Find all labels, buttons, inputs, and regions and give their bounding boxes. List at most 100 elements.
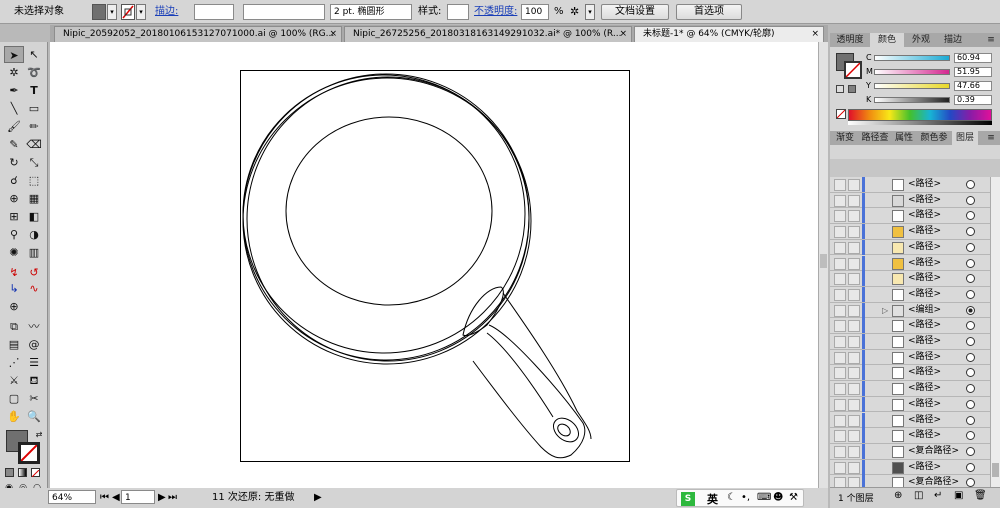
lock-toggle[interactable] bbox=[848, 398, 860, 411]
next-artboard-icon[interactable]: ▶ bbox=[158, 490, 166, 504]
visibility-toggle[interactable] bbox=[834, 445, 846, 458]
layer-row[interactable]: <路径> bbox=[830, 239, 990, 256]
target-icon[interactable] bbox=[966, 321, 975, 331]
column-graph-tool-icon[interactable]: ▥ bbox=[24, 244, 44, 261]
target-icon[interactable] bbox=[966, 399, 975, 409]
document-tab-1[interactable]: Nipic_20592052_20180106153127071000.ai @… bbox=[54, 26, 342, 42]
black-slider[interactable]: K 0.39 bbox=[866, 95, 996, 105]
target-icon[interactable] bbox=[966, 446, 975, 456]
layer-name[interactable]: <路径> bbox=[908, 365, 941, 380]
lock-toggle[interactable] bbox=[848, 367, 860, 380]
last-artboard-icon[interactable]: ⏭ bbox=[168, 490, 177, 504]
document-tab-3[interactable]: 未标题-1* @ 64% (CMYK/轮廓) × bbox=[634, 26, 824, 42]
user-icon[interactable]: ☻ bbox=[773, 492, 783, 503]
close-tab-icon[interactable]: × bbox=[811, 27, 819, 41]
scale-tool-icon[interactable]: ⤡ bbox=[24, 154, 44, 171]
web-safe-icon[interactable] bbox=[848, 85, 856, 93]
visibility-toggle[interactable] bbox=[834, 430, 846, 443]
layer-name[interactable]: <路径> bbox=[908, 460, 941, 475]
ime-mode[interactable]: 英 bbox=[707, 491, 718, 507]
slider-track[interactable] bbox=[874, 55, 950, 61]
layer-name[interactable]: <路径> bbox=[908, 256, 941, 271]
visibility-toggle[interactable] bbox=[834, 288, 846, 301]
layer-row[interactable]: <路径> bbox=[830, 208, 990, 225]
layer-row[interactable]: <路径> bbox=[830, 381, 990, 397]
lock-toggle[interactable] bbox=[848, 241, 860, 254]
layer-row[interactable]: <复合路径> bbox=[830, 475, 990, 487]
visibility-toggle[interactable] bbox=[834, 304, 846, 317]
target-icon[interactable] bbox=[966, 289, 975, 299]
eyedropper-tool-icon[interactable]: ⚲ bbox=[4, 226, 24, 243]
layer-name[interactable]: <路径> bbox=[908, 428, 941, 443]
lock-toggle[interactable] bbox=[848, 351, 860, 364]
lock-toggle[interactable] bbox=[848, 336, 860, 348]
target-icon[interactable] bbox=[966, 211, 975, 221]
slider-value[interactable]: 0.39 bbox=[954, 95, 992, 105]
grayscale-ramp[interactable] bbox=[848, 121, 992, 125]
slider-track[interactable] bbox=[874, 97, 950, 103]
none-mode-icon[interactable] bbox=[31, 468, 40, 478]
layer-row[interactable]: <路径> bbox=[830, 396, 990, 413]
magic-wand-tool-icon[interactable]: ✲ bbox=[4, 64, 24, 81]
layer-name[interactable]: <路径> bbox=[908, 287, 941, 302]
visibility-toggle[interactable] bbox=[834, 257, 846, 270]
layer-row[interactable]: <路径> bbox=[830, 192, 990, 209]
tab-pathfinder[interactable]: 路径查 bbox=[860, 131, 890, 145]
target-icon[interactable] bbox=[966, 462, 975, 472]
visibility-toggle[interactable] bbox=[834, 351, 846, 364]
color-panel-stroke-box[interactable] bbox=[844, 61, 862, 79]
document-setup-button[interactable]: 文档设置 bbox=[601, 4, 669, 20]
warp-tool-icon[interactable]: ☌ bbox=[4, 172, 24, 189]
rotate-tool-icon[interactable]: ↻ bbox=[4, 154, 24, 171]
layer-row[interactable]: <路径> bbox=[830, 412, 990, 429]
fill-swatch[interactable] bbox=[92, 4, 106, 20]
blob-brush-tool-icon[interactable]: ✎ bbox=[4, 136, 24, 153]
layer-name[interactable]: <复合路径> bbox=[908, 444, 959, 459]
keyboard-icon[interactable]: ⌨ bbox=[757, 492, 771, 503]
lock-toggle[interactable] bbox=[848, 304, 860, 317]
layer-name[interactable]: <路径> bbox=[908, 193, 941, 208]
slider-track[interactable] bbox=[874, 83, 950, 89]
document-tab-2[interactable]: Nipic_26725256_20180318163149291032.ai* … bbox=[344, 26, 632, 42]
target-icon[interactable] bbox=[966, 242, 975, 252]
layer-name[interactable]: <路径> bbox=[908, 397, 941, 412]
new-layer-icon[interactable]: ▣ bbox=[954, 490, 963, 501]
close-tab-icon[interactable]: × bbox=[619, 27, 627, 41]
target-icon[interactable] bbox=[966, 478, 975, 487]
tab-layers[interactable]: 图层 bbox=[952, 131, 978, 145]
type-tool-icon[interactable]: T bbox=[24, 82, 44, 99]
custom-tool-4-icon[interactable]: ∿ bbox=[24, 280, 44, 297]
layer-name[interactable]: <编组> bbox=[908, 303, 941, 318]
knife-tool-icon[interactable]: ⚔ bbox=[4, 372, 24, 389]
target-icon[interactable] bbox=[966, 258, 975, 268]
visibility-toggle[interactable] bbox=[834, 194, 846, 207]
lock-toggle[interactable] bbox=[848, 288, 860, 301]
visibility-toggle[interactable] bbox=[834, 461, 846, 474]
visibility-toggle[interactable] bbox=[834, 273, 846, 286]
variable-width-field[interactable] bbox=[243, 4, 325, 20]
lasso-tool-icon[interactable]: ➰ bbox=[24, 64, 44, 81]
bucket-tool-icon[interactable]: ⛾ bbox=[24, 372, 44, 389]
layer-name[interactable]: <路径> bbox=[908, 413, 941, 428]
layer-name[interactable]: <路径> bbox=[908, 318, 941, 333]
chart-line-tool-icon[interactable]: ⋰ bbox=[4, 354, 24, 371]
target-icon[interactable] bbox=[966, 227, 975, 237]
layer-name[interactable]: <路径> bbox=[908, 350, 941, 365]
visibility-toggle[interactable] bbox=[834, 383, 846, 396]
custom-tool-3-icon[interactable]: ↳ bbox=[4, 280, 24, 297]
target-icon[interactable] bbox=[966, 352, 975, 362]
layer-row[interactable]: <路径> bbox=[830, 428, 990, 444]
stroke-swatch[interactable] bbox=[121, 4, 135, 20]
lock-toggle[interactable] bbox=[848, 461, 860, 474]
layer-row[interactable]: <路径> bbox=[830, 271, 990, 287]
custom-tool-2-icon[interactable]: ↺ bbox=[24, 264, 44, 281]
layer-row[interactable]: <复合路径> bbox=[830, 443, 990, 460]
vertical-scrollbar[interactable] bbox=[818, 42, 828, 488]
slider-value[interactable]: 51.95 bbox=[954, 67, 992, 77]
paintbrush-tool-icon[interactable]: 🖌 bbox=[4, 118, 24, 135]
visibility-toggle[interactable] bbox=[834, 179, 846, 191]
selection-tool-icon[interactable]: ➤ bbox=[4, 46, 24, 63]
lock-toggle[interactable] bbox=[848, 383, 860, 396]
lock-toggle[interactable] bbox=[848, 179, 860, 191]
perspective-grid-tool-icon[interactable]: ▦ bbox=[24, 190, 44, 207]
